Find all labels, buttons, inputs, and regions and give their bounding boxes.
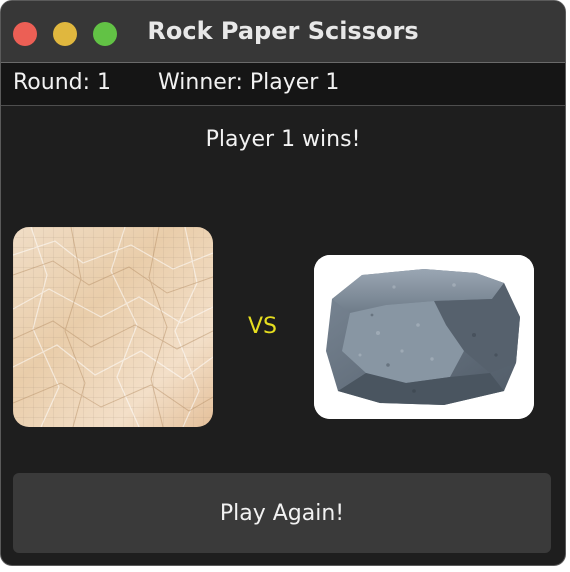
window-title: Rock Paper Scissors (147, 17, 419, 45)
player-two-choice (314, 255, 534, 419)
round-label: Round: 1 (13, 70, 112, 95)
app-window: Rock Paper Scissors Round: 1 Winner: Pla… (0, 0, 566, 566)
winner-label: Winner: Player 1 (158, 70, 340, 95)
play-again-button[interactable]: Play Again! (13, 473, 551, 553)
player-one-choice (13, 227, 213, 427)
status-bar: Round: 1 Winner: Player 1 (1, 63, 565, 106)
title-bar[interactable]: Rock Paper Scissors (1, 1, 565, 63)
result-message: Player 1 wins! (205, 127, 361, 152)
paper-icon (13, 227, 213, 427)
rock-icon (314, 255, 534, 419)
versus-label: VS (248, 314, 278, 339)
